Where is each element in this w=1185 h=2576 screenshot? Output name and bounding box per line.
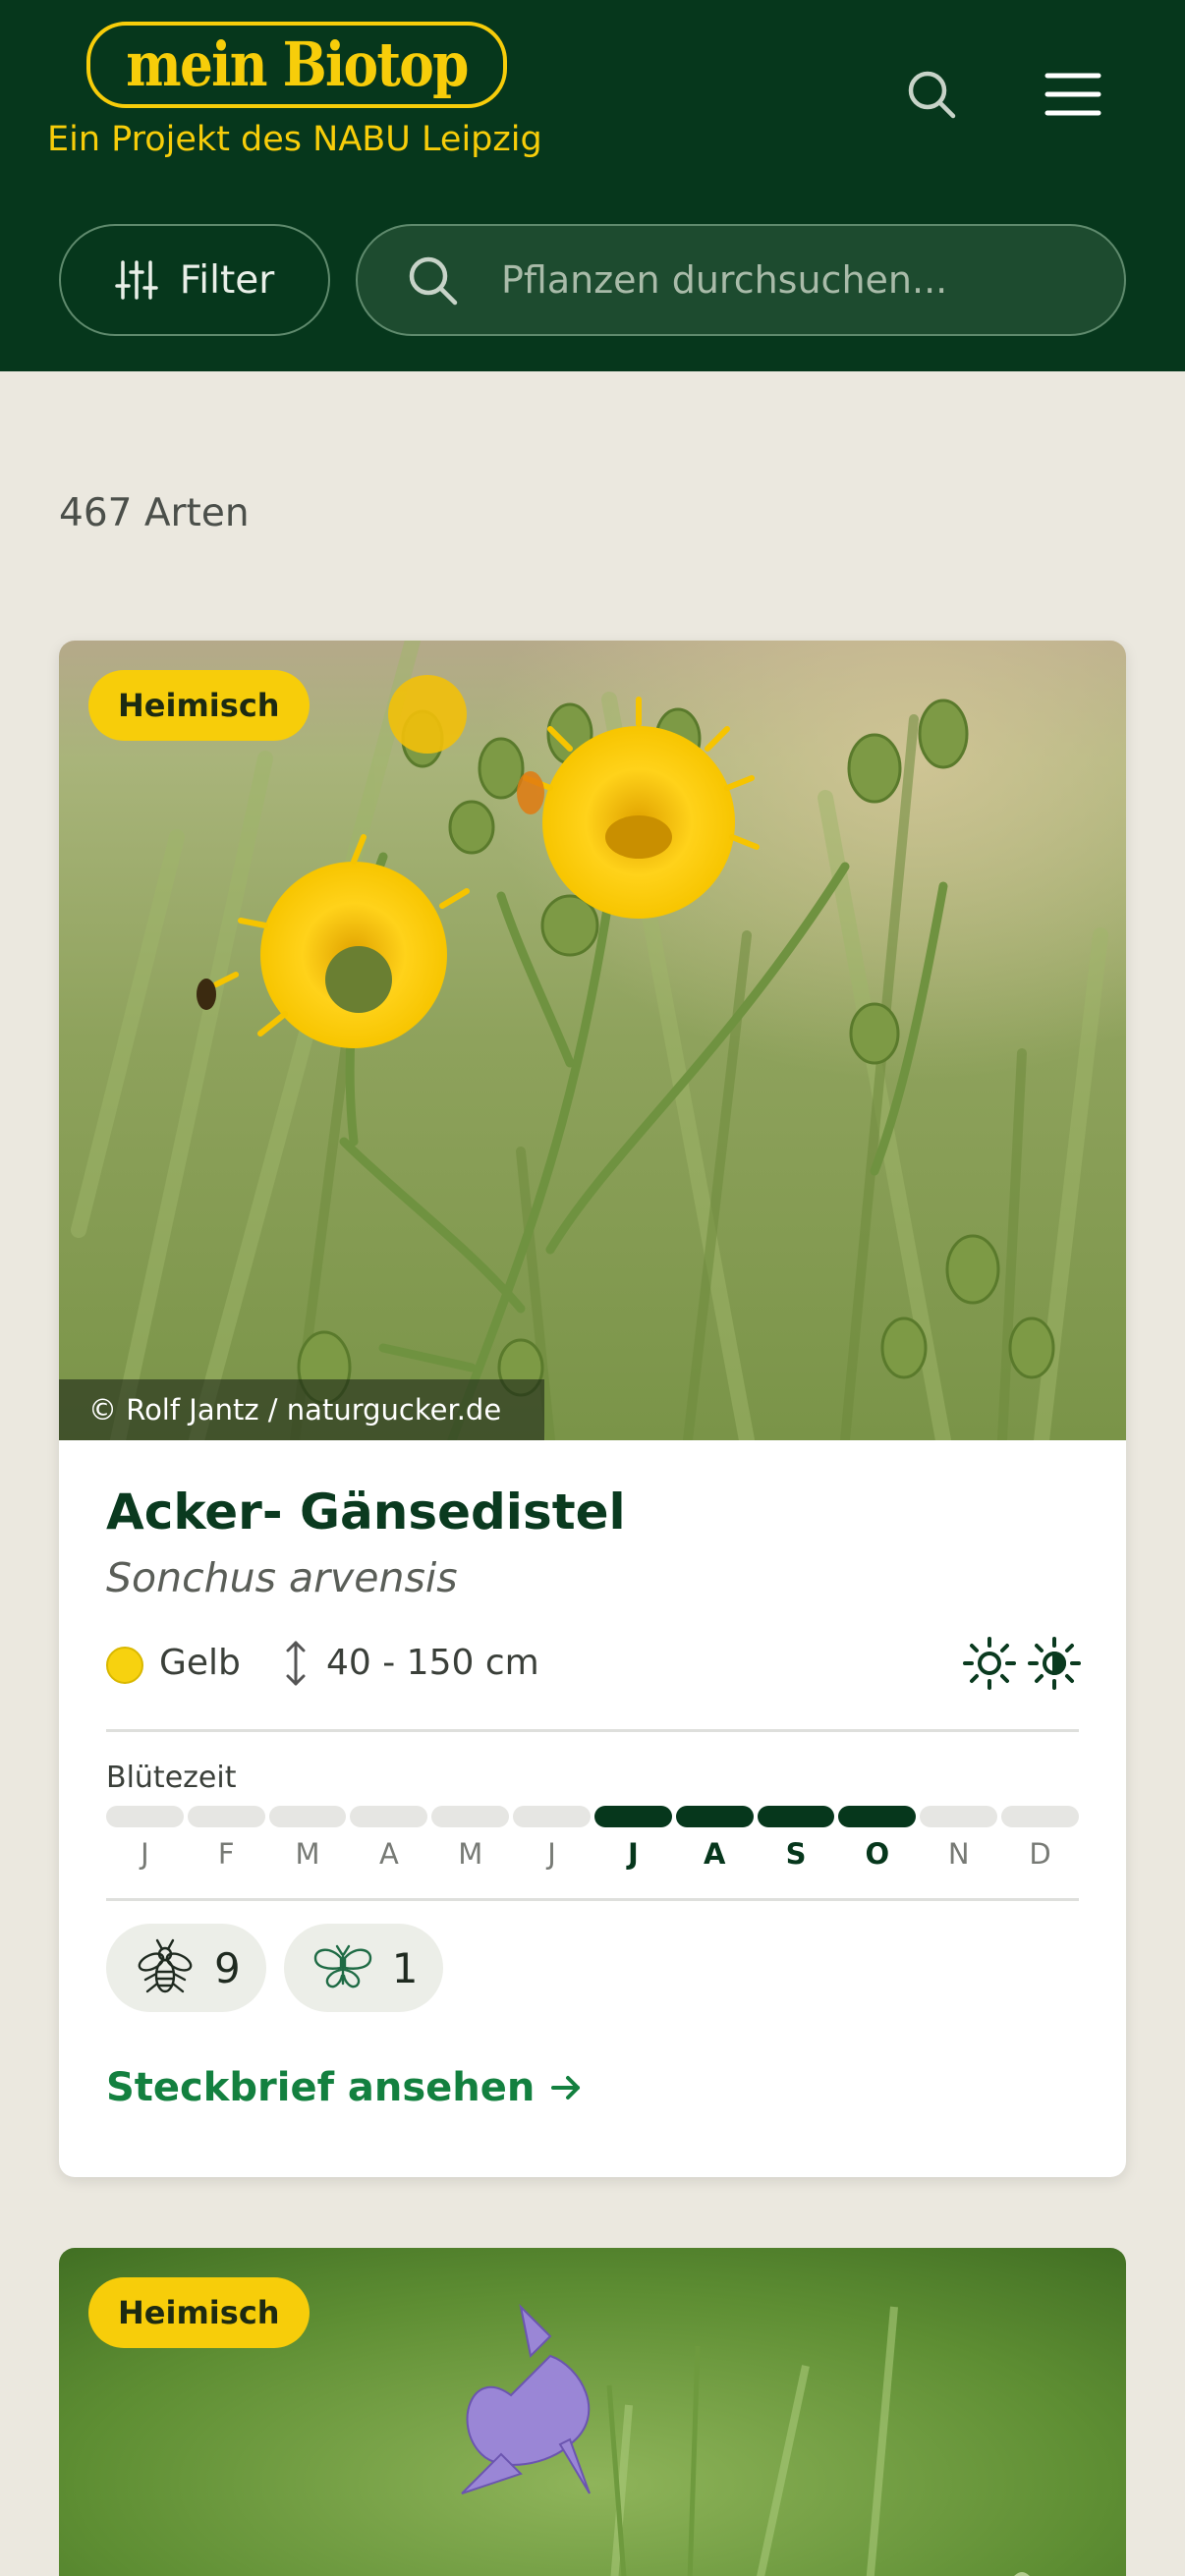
plant-latin-name: Sonchus arvensis xyxy=(106,1554,458,1601)
bloom-month-bar xyxy=(593,1806,672,1827)
native-badge: Heimisch xyxy=(88,670,310,741)
bloom-month-bar xyxy=(106,1806,184,1827)
bloom-month-label: S xyxy=(785,1837,807,1871)
hamburger-menu-icon[interactable] xyxy=(1034,55,1112,134)
search-input[interactable] xyxy=(501,258,1091,302)
divider xyxy=(106,1729,1079,1732)
logo[interactable]: mein Biotop xyxy=(86,22,507,108)
view-profile-label: Steckbrief ansehen xyxy=(106,2065,536,2110)
bloom-month-bar xyxy=(838,1806,917,1827)
height-label: 40 - 150 cm xyxy=(326,1643,539,1683)
bloom-month-label: J xyxy=(627,1837,639,1871)
result-count: 467 Arten xyxy=(59,491,250,535)
arrow-right-icon xyxy=(551,2076,581,2100)
bloom-time-bars xyxy=(106,1806,1079,1831)
bloom-month-label: M xyxy=(458,1837,483,1871)
bloom-month-bar xyxy=(268,1806,347,1827)
butterfly-pill: 1 xyxy=(283,1924,444,2012)
plant-name: Acker- Gänsedistel xyxy=(106,1484,626,1540)
flower-color-label: Gelb xyxy=(159,1643,241,1683)
sun-icon xyxy=(963,1637,1016,1690)
logo-text: mein Biotop xyxy=(126,28,469,100)
view-profile-link[interactable]: Steckbrief ansehen xyxy=(106,2065,584,2110)
half-shade-icon xyxy=(1028,1637,1081,1690)
native-badge: Heimisch xyxy=(88,2277,310,2348)
bloom-month-label: A xyxy=(703,1837,726,1871)
sliders-icon xyxy=(114,260,158,300)
plant-attributes: Gelb 40 - 150 cm xyxy=(106,1633,1081,1692)
search-field-icon xyxy=(403,251,462,309)
plant-search-field[interactable] xyxy=(356,224,1126,336)
height-arrow-icon xyxy=(286,1641,306,1686)
bee-icon xyxy=(138,1938,193,1993)
bloom-month-label: M xyxy=(295,1837,320,1871)
plant-card[interactable]: Heimisch © Rolf Jantz / naturgucker.de A… xyxy=(59,641,1126,2177)
bloom-time-label: Blütezeit xyxy=(106,1761,237,1795)
bee-count: 9 xyxy=(214,1943,241,1992)
bloom-month-label: J xyxy=(141,1837,149,1871)
bloom-month-label: J xyxy=(547,1837,556,1871)
bloom-month-bar xyxy=(431,1806,510,1827)
plant-card[interactable]: Heimisch xyxy=(59,2248,1126,2576)
bloom-month-bar xyxy=(187,1806,265,1827)
pollinator-pills: 9 1 xyxy=(106,1924,444,2012)
bloom-time-months: JFMAMJJASOND xyxy=(106,1837,1079,1871)
butterfly-icon xyxy=(313,1944,371,1988)
photo-credit: © Rolf Jantz / naturgucker.de xyxy=(59,1379,544,1440)
butterfly-count: 1 xyxy=(391,1943,419,1992)
tagline: Ein Projekt des NABU Leipzig xyxy=(47,120,542,159)
bloom-month-label: D xyxy=(1029,1837,1051,1871)
bloom-month-bar xyxy=(920,1806,998,1827)
search-icon[interactable] xyxy=(892,55,971,134)
plant-photo xyxy=(59,641,1126,1448)
flower-color-swatch xyxy=(106,1647,143,1684)
filter-label: Filter xyxy=(179,257,275,303)
bloom-month-bar xyxy=(675,1806,754,1827)
divider xyxy=(106,1898,1079,1901)
bloom-month-bar xyxy=(1001,1806,1079,1827)
bloom-month-label: F xyxy=(217,1837,235,1871)
bloom-month-label: N xyxy=(947,1837,970,1871)
bloom-month-label: A xyxy=(378,1837,399,1871)
bloom-month-bar xyxy=(757,1806,835,1827)
bloom-month-bar xyxy=(513,1806,591,1827)
bloom-month-bar xyxy=(350,1806,428,1827)
bee-pill: 9 xyxy=(106,1924,266,2012)
filter-button[interactable]: Filter xyxy=(59,224,330,336)
app-header: mein Biotop Ein Projekt des NABU Leipzig… xyxy=(0,0,1185,371)
bloom-month-label: O xyxy=(865,1837,890,1871)
